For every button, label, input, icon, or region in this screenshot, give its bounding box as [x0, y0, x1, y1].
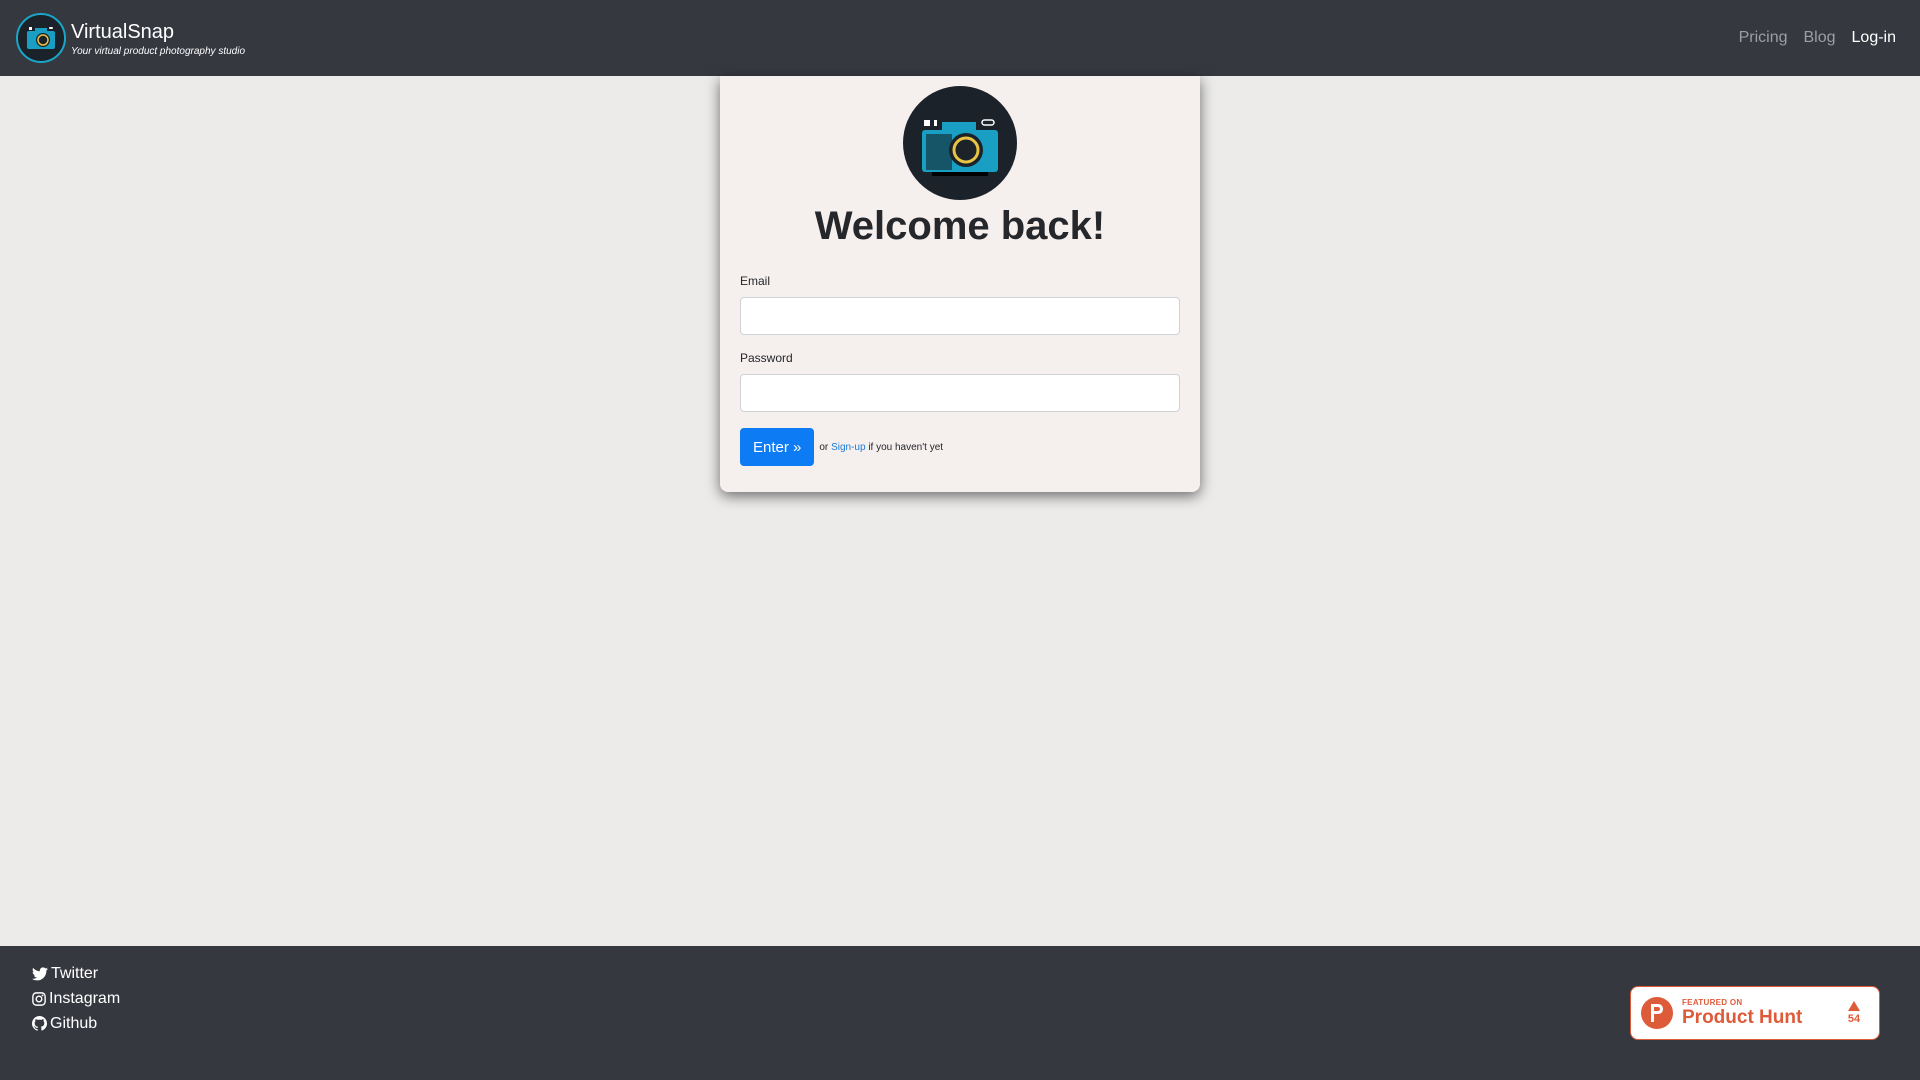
brand-tagline: Your virtual product photography studio — [71, 45, 245, 57]
email-group: Email — [740, 274, 1180, 335]
footer: Twitter Instagram Github FEATURED ON Pro… — [0, 946, 1920, 1080]
form-actions: Enter » or Sign-up if you haven't yet — [740, 428, 1180, 466]
password-field[interactable] — [740, 374, 1180, 412]
github-label: Github — [50, 1014, 98, 1032]
producthunt-name: Product Hunt — [1682, 1006, 1803, 1028]
signup-prefix: or — [819, 441, 829, 453]
github-link[interactable]: Github — [32, 1011, 120, 1036]
github-icon — [32, 1016, 47, 1031]
enter-button[interactable]: Enter » — [740, 428, 815, 466]
instagram-label: Instagram — [49, 989, 121, 1007]
twitter-icon — [32, 966, 48, 980]
producthunt-votes: 54 — [1839, 1001, 1869, 1025]
nav-link-blog[interactable]: Blog — [1803, 29, 1835, 47]
email-field[interactable] — [740, 297, 1180, 335]
nav-link-login[interactable]: Log-in — [1852, 29, 1896, 47]
nav-links: Pricing Blog Log-in — [1739, 29, 1904, 47]
producthunt-badge[interactable]: FEATURED ON Product Hunt 54 — [1630, 986, 1880, 1040]
producthunt-featured: FEATURED ON — [1682, 997, 1743, 1007]
brand[interactable]: VirtualSnap Your virtual product photogr… — [16, 13, 245, 63]
vote-count: 54 — [1847, 1013, 1861, 1025]
instagram-icon — [32, 991, 46, 1006]
camera-logo-icon[interactable] — [16, 13, 66, 63]
password-group: Password — [740, 351, 1180, 412]
twitter-label: Twitter — [51, 964, 99, 982]
brand-title[interactable]: VirtualSnap — [71, 20, 245, 44]
nav-link-pricing[interactable]: Pricing — [1739, 29, 1788, 47]
signup-hint: or Sign-up if you haven't yet — [819, 442, 943, 453]
page-title: Welcome back! — [814, 204, 1106, 248]
login-card: Welcome back! Email Password Enter » or … — [720, 76, 1200, 492]
producthunt-logo-icon — [1641, 997, 1673, 1029]
upvote-triangle-icon — [1848, 1001, 1860, 1011]
instagram-link[interactable]: Instagram — [32, 986, 120, 1011]
signup-link[interactable]: Sign-up — [831, 442, 865, 453]
twitter-link[interactable]: Twitter — [32, 961, 120, 986]
password-label: Password — [740, 351, 793, 365]
camera-logo-icon — [903, 86, 1017, 200]
email-label: Email — [740, 274, 771, 288]
social-links: Twitter Instagram Github — [32, 961, 120, 1036]
navbar: VirtualSnap Your virtual product photogr… — [0, 0, 1920, 76]
signup-suffix: if you haven't yet — [868, 441, 944, 453]
